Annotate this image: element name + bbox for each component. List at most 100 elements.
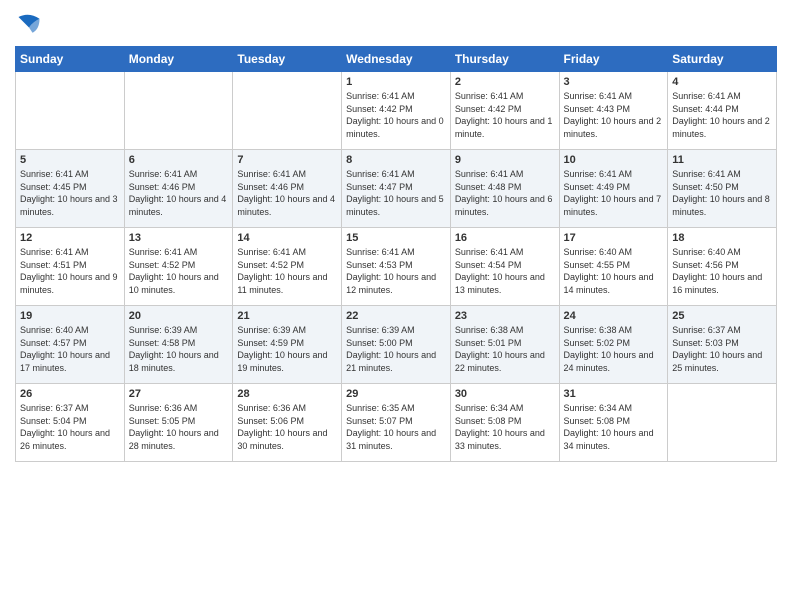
day-info: Sunrise: 6:41 AMSunset: 4:49 PMDaylight:…	[564, 168, 664, 218]
day-number: 9	[455, 154, 555, 166]
calendar-week-row: 5 Sunrise: 6:41 AMSunset: 4:45 PMDaylight…	[16, 150, 777, 228]
calendar-day-cell: 6 Sunrise: 6:41 AMSunset: 4:46 PMDaylight…	[124, 150, 233, 228]
calendar-day-cell: 13 Sunrise: 6:41 AMSunset: 4:52 PMDayligh…	[124, 228, 233, 306]
calendar-day-cell: 16 Sunrise: 6:41 AMSunset: 4:54 PMDayligh…	[450, 228, 559, 306]
day-info: Sunrise: 6:41 AMSunset: 4:43 PMDaylight:…	[564, 90, 664, 140]
day-number: 11	[672, 154, 772, 166]
calendar-day-cell: 19 Sunrise: 6:40 AMSunset: 4:57 PMDayligh…	[16, 306, 125, 384]
day-info: Sunrise: 6:41 AMSunset: 4:42 PMDaylight:…	[455, 90, 555, 140]
weekday-header: Saturday	[668, 47, 777, 72]
day-info: Sunrise: 6:41 AMSunset: 4:52 PMDaylight:…	[237, 246, 337, 296]
day-info: Sunrise: 6:41 AMSunset: 4:48 PMDaylight:…	[455, 168, 555, 218]
day-info: Sunrise: 6:36 AMSunset: 5:05 PMDaylight:…	[129, 402, 229, 452]
calendar-day-cell: 8Sunrise: 6:41 AMSunset: 4:47 PMDaylight…	[342, 150, 451, 228]
day-info: Sunrise: 6:34 AMSunset: 5:08 PMDaylight:…	[455, 402, 555, 452]
day-info: Sunrise: 6:38 AMSunset: 5:02 PMDaylight:…	[564, 324, 664, 374]
calendar-day-cell: 24 Sunrise: 6:38 AMSunset: 5:02 PMDayligh…	[559, 306, 668, 384]
calendar-day-cell: 29Sunrise: 6:35 AMSunset: 5:07 PMDayligh…	[342, 384, 451, 462]
day-number: 19	[20, 310, 120, 322]
day-number: 10	[564, 154, 664, 166]
calendar-day-cell: 15 Sunrise: 6:41 AMSunset: 4:53 PMDayligh…	[342, 228, 451, 306]
day-number: 22	[346, 310, 446, 322]
calendar-day-cell: 7 Sunrise: 6:41 AMSunset: 4:46 PMDaylight…	[233, 150, 342, 228]
weekday-header: Monday	[124, 47, 233, 72]
calendar-day-cell: 25 Sunrise: 6:37 AMSunset: 5:03 PMDayligh…	[668, 306, 777, 384]
calendar-header	[15, 10, 777, 38]
day-number: 3	[564, 76, 664, 88]
calendar-day-cell: 23 Sunrise: 6:38 AMSunset: 5:01 PMDayligh…	[450, 306, 559, 384]
day-info: Sunrise: 6:41 AMSunset: 4:46 PMDaylight:…	[129, 168, 229, 218]
day-info: Sunrise: 6:34 AMSunset: 5:08 PMDaylight:…	[564, 402, 664, 452]
day-info: Sunrise: 6:41 AMSunset: 4:54 PMDaylight:…	[455, 246, 555, 296]
calendar-day-cell: 5 Sunrise: 6:41 AMSunset: 4:45 PMDaylight…	[16, 150, 125, 228]
day-info: Sunrise: 6:41 AMSunset: 4:46 PMDaylight:…	[237, 168, 337, 218]
calendar-day-cell: 18 Sunrise: 6:40 AMSunset: 4:56 PMDayligh…	[668, 228, 777, 306]
day-info: Sunrise: 6:40 AMSunset: 4:56 PMDaylight:…	[672, 246, 772, 296]
calendar-day-cell: 2 Sunrise: 6:41 AMSunset: 4:42 PMDaylight…	[450, 72, 559, 150]
day-info: Sunrise: 6:41 AMSunset: 4:42 PMDaylight:…	[346, 90, 446, 140]
calendar-day-cell: 14Sunrise: 6:41 AMSunset: 4:52 PMDayligh…	[233, 228, 342, 306]
calendar-container: SundayMondayTuesdayWednesdayThursdayFrid…	[0, 0, 792, 472]
day-info: Sunrise: 6:39 AMSunset: 4:59 PMDaylight:…	[237, 324, 337, 374]
calendar-week-row: 1 Sunrise: 6:41 AMSunset: 4:42 PMDaylight…	[16, 72, 777, 150]
calendar-day-cell	[124, 72, 233, 150]
day-info: Sunrise: 6:41 AMSunset: 4:51 PMDaylight:…	[20, 246, 120, 296]
day-number: 4	[672, 76, 772, 88]
day-number: 30	[455, 388, 555, 400]
day-info: Sunrise: 6:35 AMSunset: 5:07 PMDaylight:…	[346, 402, 446, 452]
day-info: Sunrise: 6:41 AMSunset: 4:47 PMDaylight:…	[346, 168, 446, 218]
day-number: 2	[455, 76, 555, 88]
day-number: 7	[237, 154, 337, 166]
day-number: 5	[20, 154, 120, 166]
weekday-header: Wednesday	[342, 47, 451, 72]
day-number: 23	[455, 310, 555, 322]
day-number: 1	[346, 76, 446, 88]
day-info: Sunrise: 6:38 AMSunset: 5:01 PMDaylight:…	[455, 324, 555, 374]
calendar-day-cell: 26Sunrise: 6:37 AMSunset: 5:04 PMDayligh…	[16, 384, 125, 462]
day-info: Sunrise: 6:41 AMSunset: 4:44 PMDaylight:…	[672, 90, 772, 140]
weekday-header: Sunday	[16, 47, 125, 72]
calendar-day-cell: 10 Sunrise: 6:41 AMSunset: 4:49 PMDayligh…	[559, 150, 668, 228]
calendar-day-cell: 12 Sunrise: 6:41 AMSunset: 4:51 PMDayligh…	[16, 228, 125, 306]
calendar-week-row: 26Sunrise: 6:37 AMSunset: 5:04 PMDayligh…	[16, 384, 777, 462]
calendar-week-row: 19 Sunrise: 6:40 AMSunset: 4:57 PMDayligh…	[16, 306, 777, 384]
day-number: 18	[672, 232, 772, 244]
day-info: Sunrise: 6:36 AMSunset: 5:06 PMDaylight:…	[237, 402, 337, 452]
day-number: 15	[346, 232, 446, 244]
calendar-day-cell: 31Sunrise: 6:34 AMSunset: 5:08 PMDayligh…	[559, 384, 668, 462]
calendar-day-cell	[16, 72, 125, 150]
day-number: 28	[237, 388, 337, 400]
calendar-day-cell: 22 Sunrise: 6:39 AMSunset: 5:00 PMDayligh…	[342, 306, 451, 384]
day-number: 20	[129, 310, 229, 322]
weekday-header: Friday	[559, 47, 668, 72]
day-number: 6	[129, 154, 229, 166]
calendar-day-cell: 28 Sunrise: 6:36 AMSunset: 5:06 PMDayligh…	[233, 384, 342, 462]
day-info: Sunrise: 6:39 AMSunset: 5:00 PMDaylight:…	[346, 324, 446, 374]
weekday-header: Tuesday	[233, 47, 342, 72]
day-number: 27	[129, 388, 229, 400]
day-number: 12	[20, 232, 120, 244]
day-info: Sunrise: 6:37 AMSunset: 5:04 PMDaylight:…	[20, 402, 120, 452]
day-number: 13	[129, 232, 229, 244]
day-info: Sunrise: 6:41 AMSunset: 4:50 PMDaylight:…	[672, 168, 772, 218]
day-number: 21	[237, 310, 337, 322]
calendar-day-cell: 9 Sunrise: 6:41 AMSunset: 4:48 PMDaylight…	[450, 150, 559, 228]
calendar-day-cell: 1 Sunrise: 6:41 AMSunset: 4:42 PMDaylight…	[342, 72, 451, 150]
calendar-body: 1 Sunrise: 6:41 AMSunset: 4:42 PMDaylight…	[16, 72, 777, 462]
calendar-thead: SundayMondayTuesdayWednesdayThursdayFrid…	[16, 47, 777, 72]
day-info: Sunrise: 6:41 AMSunset: 4:52 PMDaylight:…	[129, 246, 229, 296]
day-number: 24	[564, 310, 664, 322]
calendar-table: SundayMondayTuesdayWednesdayThursdayFrid…	[15, 46, 777, 462]
calendar-day-cell: 11 Sunrise: 6:41 AMSunset: 4:50 PMDayligh…	[668, 150, 777, 228]
calendar-day-cell: 4 Sunrise: 6:41 AMSunset: 4:44 PMDaylight…	[668, 72, 777, 150]
calendar-day-cell: 20Sunrise: 6:39 AMSunset: 4:58 PMDayligh…	[124, 306, 233, 384]
day-info: Sunrise: 6:40 AMSunset: 4:57 PMDaylight:…	[20, 324, 120, 374]
logo-icon	[15, 10, 43, 38]
day-info: Sunrise: 6:41 AMSunset: 4:45 PMDaylight:…	[20, 168, 120, 218]
day-info: Sunrise: 6:40 AMSunset: 4:55 PMDaylight:…	[564, 246, 664, 296]
day-number: 25	[672, 310, 772, 322]
day-info: Sunrise: 6:37 AMSunset: 5:03 PMDaylight:…	[672, 324, 772, 374]
calendar-day-cell	[233, 72, 342, 150]
day-number: 16	[455, 232, 555, 244]
day-info: Sunrise: 6:41 AMSunset: 4:53 PMDaylight:…	[346, 246, 446, 296]
